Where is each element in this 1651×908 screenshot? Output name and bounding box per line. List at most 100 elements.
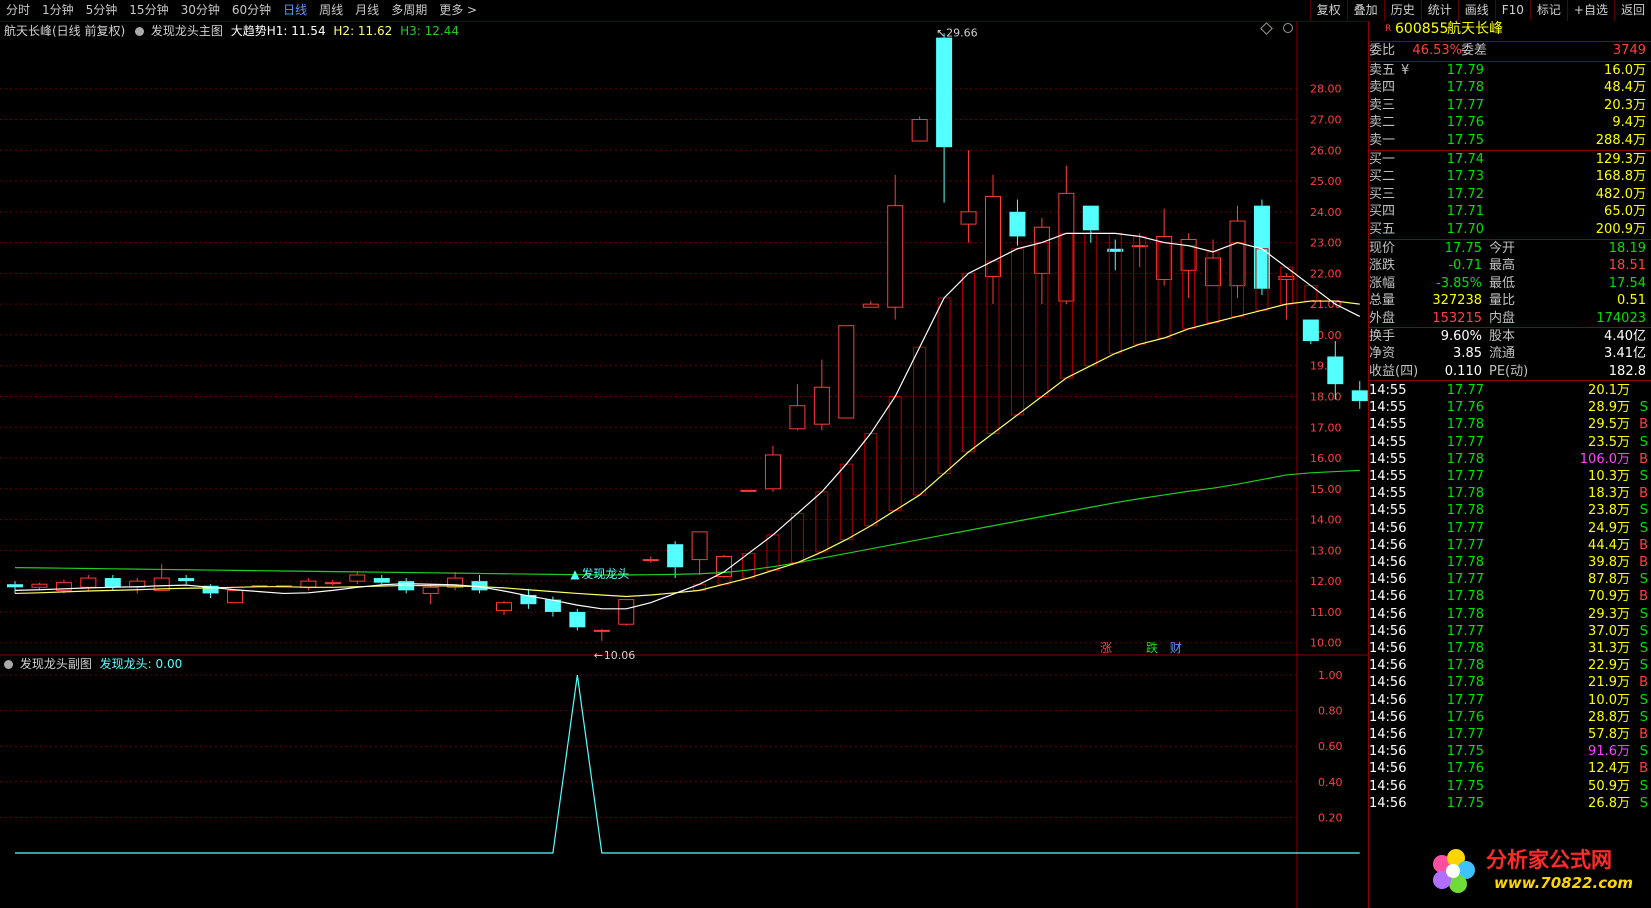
- period-tab-9[interactable]: 多周期: [385, 0, 433, 21]
- low-marker: 10.06: [604, 649, 636, 662]
- candle[interactable]: [813, 359, 830, 431]
- period-tab-7[interactable]: 周线: [313, 0, 349, 21]
- candle[interactable]: [740, 489, 757, 492]
- candle[interactable]: [1278, 273, 1295, 320]
- candle[interactable]: [104, 574, 121, 591]
- candle[interactable]: [911, 116, 928, 142]
- candle[interactable]: [569, 608, 586, 631]
- period-tab-6[interactable]: 日线: [277, 0, 313, 21]
- buy-price: 17.71: [1446, 204, 1484, 220]
- candle[interactable]: [985, 174, 1001, 305]
- candle[interactable]: [593, 628, 610, 641]
- sub-chart-title: 发现龙头副图 发现龙头: 0.00: [4, 655, 182, 672]
- candle[interactable]: [764, 445, 781, 492]
- tool-button-6[interactable]: 标记: [1529, 0, 1567, 21]
- stat-label: 最高: [1489, 258, 1516, 274]
- tick-time: 14:56: [1369, 520, 1407, 536]
- period-tab-5[interactable]: 60分钟: [226, 0, 277, 21]
- tick-side: B: [1639, 675, 1648, 691]
- tick-price: 17.77: [1446, 383, 1484, 398]
- tool-button-0[interactable]: 复权: [1309, 0, 1347, 21]
- tool-button-2[interactable]: 历史: [1383, 0, 1421, 21]
- candle[interactable]: [667, 541, 684, 579]
- candle[interactable]: [642, 556, 659, 563]
- tick-row: 14:56 17.76 28.8万 S: [1369, 709, 1651, 726]
- tick-row: 14:56 17.78 39.8万 B: [1369, 554, 1651, 571]
- tool-button-3[interactable]: 统计: [1420, 0, 1458, 21]
- tick-side: B: [1639, 555, 1648, 570]
- candle[interactable]: [960, 150, 977, 243]
- diamond-icon[interactable]: [1260, 22, 1273, 35]
- candle[interactable]: [862, 301, 879, 308]
- candle[interactable]: [373, 574, 390, 585]
- circle-icon[interactable]: [1282, 23, 1293, 33]
- badge-down[interactable]: 跌: [1146, 641, 1158, 655]
- candle[interactable]: [300, 578, 317, 591]
- candle[interactable]: [178, 574, 195, 585]
- badge-up[interactable]: 涨: [1100, 641, 1112, 655]
- sell-level-label: 卖一: [1369, 132, 1396, 148]
- candle[interactable]: [227, 589, 244, 604]
- candle[interactable]: [129, 578, 146, 594]
- candle[interactable]: [7, 581, 23, 594]
- y-tick-label: 15.00: [1310, 483, 1342, 496]
- candle[interactable]: [838, 325, 855, 419]
- period-tab-8[interactable]: 月线: [349, 0, 385, 21]
- candle[interactable]: [471, 574, 488, 594]
- tick-row: 14:56 17.78 31.3万 S: [1369, 640, 1651, 657]
- candle[interactable]: [789, 384, 806, 431]
- candle[interactable]: [1131, 233, 1148, 268]
- buy-volume: 129.3万: [1595, 152, 1646, 167]
- tool-button-7[interactable]: +自选: [1566, 0, 1614, 21]
- period-tab-4[interactable]: 30分钟: [175, 0, 226, 21]
- candle[interactable]: [349, 571, 366, 585]
- candle[interactable]: [936, 33, 953, 203]
- tick-row: 14:56 17.77 57.8万 B: [1369, 726, 1651, 743]
- candle[interactable]: [1009, 199, 1026, 246]
- tick-price: 17.77: [1446, 469, 1484, 484]
- candle[interactable]: [1205, 239, 1222, 287]
- candle[interactable]: [324, 579, 341, 586]
- candle[interactable]: [1351, 381, 1368, 409]
- candle[interactable]: [447, 571, 464, 591]
- tool-button-8[interactable]: 返回: [1613, 0, 1651, 21]
- candle[interactable]: [496, 601, 512, 615]
- candle[interactable]: [520, 588, 537, 609]
- candle[interactable]: [691, 531, 708, 575]
- collapse-icon[interactable]: [4, 660, 13, 669]
- candle[interactable]: [618, 599, 635, 626]
- candle[interactable]: [887, 174, 904, 320]
- period-tab-3[interactable]: 15分钟: [123, 0, 174, 21]
- period-tab-2[interactable]: 5分钟: [80, 0, 124, 21]
- y-tick-label: 28.00: [1310, 83, 1342, 96]
- fund-label: PE(动): [1489, 363, 1529, 379]
- sell-price: 17.78: [1446, 80, 1484, 96]
- sub-y-tick-label: 0.20: [1318, 811, 1343, 824]
- tool-button-1[interactable]: 叠加: [1346, 0, 1384, 21]
- quote-panel: R 600855 航天长峰 委比 46.53% 委差 3749 卖五 ¥17.79 16.0万 卖四…: [1368, 21, 1651, 908]
- tick-price: 17.75: [1446, 744, 1484, 760]
- collapse-icon[interactable]: [135, 27, 145, 36]
- tick-row: 14:56 17.75 26.8万 S: [1369, 795, 1651, 812]
- tool-button-5[interactable]: F10: [1494, 0, 1530, 21]
- candle[interactable]: [1302, 319, 1319, 345]
- stat-label: 内盘: [1489, 310, 1516, 326]
- candle[interactable]: [1229, 205, 1246, 298]
- tick-time: 14:56: [1369, 658, 1407, 674]
- candle[interactable]: [1180, 233, 1197, 298]
- candle[interactable]: [1156, 208, 1173, 286]
- stat-value: 17.75: [1444, 241, 1482, 256]
- high-arrow-icon: ↖: [936, 27, 945, 40]
- tool-button-4[interactable]: 画线: [1457, 0, 1495, 21]
- candle[interactable]: [422, 584, 439, 605]
- chart-svg[interactable]: 28.0027.0026.0025.0024.0023.0022.0021.00…: [0, 21, 1368, 908]
- tick-side: B: [1639, 486, 1648, 502]
- tick-time: 14:56: [1369, 727, 1407, 742]
- candle[interactable]: [1033, 217, 1050, 305]
- badge-finance[interactable]: 财: [1170, 641, 1182, 655]
- period-tab-0[interactable]: 分时: [0, 0, 36, 21]
- period-tab-10[interactable]: 更多 >: [433, 0, 483, 21]
- chart-area[interactable]: 28.00 27.00 26.00 25.00 24.00 23.00 22.00 21.00…: [0, 21, 1368, 908]
- sell-volume: 20.3万: [1604, 97, 1646, 113]
- period-tab-1[interactable]: 1分钟: [36, 0, 80, 21]
